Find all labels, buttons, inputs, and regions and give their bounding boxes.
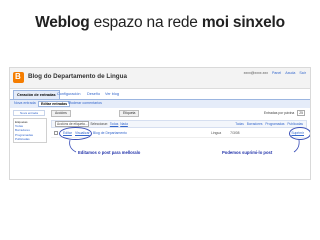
title-bold-simple: moi sinxelo (201, 14, 285, 31)
title-bold-weblog: Weblog (35, 14, 90, 31)
status-filter: Todas Borradores Programadas Publicadas (233, 122, 303, 126)
tab-settings[interactable]: Configuración (54, 90, 83, 99)
label-actions: Accións de etiqueta... Seleccionar: Toda… (55, 121, 128, 127)
posts-per-page-select[interactable]: 25 (297, 110, 305, 116)
tab-layout[interactable]: Deseño (84, 90, 103, 99)
posts-toolbar: Accións Etiqueta Entradas por páxina 25 (51, 110, 307, 117)
slide: Weblog espazo na rede moi sinxelo Blog d… (0, 0, 320, 240)
subtab-moderate-comments[interactable]: Moderar comentarios (68, 101, 102, 105)
slide-title: Weblog espazo na rede moi sinxelo (0, 14, 320, 32)
select-label: Seleccionar: (90, 122, 108, 126)
label-button[interactable]: Etiqueta (119, 110, 140, 117)
subtab-new-post[interactable]: Nova entrada (14, 101, 36, 105)
blogger-screenshot: Blog do Departamento de Lingua xxxx@xxxx… (9, 67, 311, 180)
filter-all[interactable]: Todas (235, 122, 244, 126)
panel-link[interactable]: Panel (272, 71, 281, 75)
labels-box: Etiquetas Todas Borradores Programadas P… (13, 118, 47, 144)
edit-highlight-ring (59, 127, 92, 140)
title-normal-text: espazo na rede (89, 14, 202, 31)
tab-posting[interactable]: Creación de entradas (13, 90, 60, 99)
sub-tabs: Nova entrada Editar entradas Moderar com… (10, 99, 310, 108)
post-title[interactable]: Blog de Departamento (93, 131, 127, 135)
select-all-link[interactable]: Todas (110, 122, 119, 126)
tab-view-blog[interactable]: Ver blog (102, 90, 122, 99)
blogger-logo-icon (13, 72, 24, 83)
actions-button[interactable]: Accións (51, 110, 71, 117)
blog-name: Blog do Departamento de Lingua (28, 73, 128, 80)
post-date: 7/3/08 (230, 131, 240, 135)
left-sidebar: Nova entrada Etiquetas Todas Borradores … (13, 110, 47, 144)
filter-scheduled[interactable]: Programadas (265, 122, 284, 126)
delete-highlight-ring (289, 127, 310, 140)
main-tabs: Creación de entradas Configuración Deseñ… (10, 89, 310, 99)
help-link[interactable]: Axuda (285, 71, 295, 75)
post-author: Lingua (211, 131, 222, 135)
select-none-link[interactable]: Nada (120, 122, 128, 126)
sidebar-item-published[interactable]: Publicadas (15, 137, 45, 141)
post-meta: Lingua 7/3/08 (211, 131, 240, 135)
post-checkbox[interactable] (54, 131, 58, 135)
new-post-button[interactable]: Nova entrada (13, 110, 45, 116)
filter-drafts[interactable]: Borradores (247, 122, 263, 126)
account-email: xxxx@xxxx.xxx (243, 71, 268, 75)
blogger-header: Blog do Departamento de Lingua xxxx@xxxx… (10, 68, 310, 89)
filter-bar: Accións de etiqueta... Seleccionar: Toda… (51, 120, 307, 128)
posts-per-page: Entradas por páxina 25 (263, 110, 305, 116)
filter-published[interactable]: Publicadas (287, 122, 303, 126)
posts-per-page-label: Entradas por páxina (263, 111, 295, 115)
edit-annotation: Editamos o post para melloralo (78, 150, 141, 155)
signout-link[interactable]: Saír (299, 71, 306, 75)
account-links: xxxx@xxxx.xxx Panel Axuda Saír (241, 71, 306, 75)
delete-annotation: Podemos suprimi-lo post (222, 150, 273, 155)
subtab-edit-posts[interactable]: Editar entradas (38, 101, 71, 107)
posts-panel: Accións Etiqueta Entradas por páxina 25 … (51, 110, 307, 179)
